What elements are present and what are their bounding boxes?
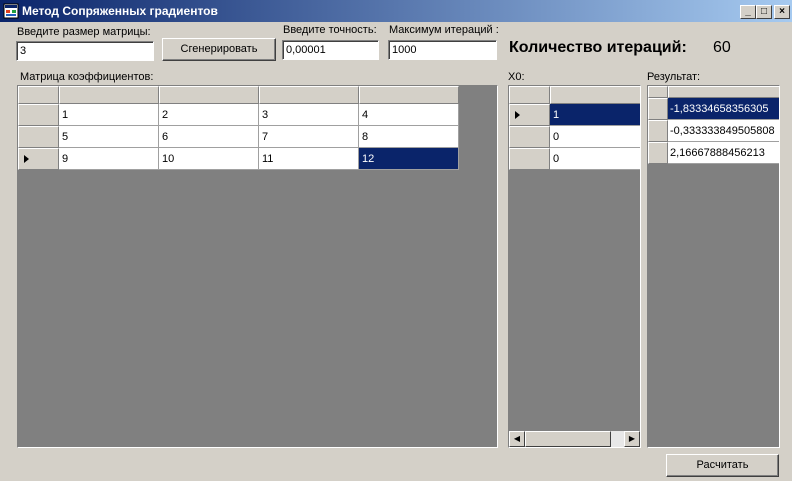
iteration-count-label: Количество итераций: — [509, 39, 687, 56]
minimize-button[interactable]: _ — [740, 5, 756, 19]
minimize-icon: _ — [745, 6, 751, 17]
result-row-header[interactable] — [648, 142, 668, 164]
current-row-arrow-icon — [24, 155, 29, 163]
app-icon — [3, 3, 19, 19]
result-cell[interactable]: -0,333333849505808 — [668, 120, 779, 142]
matrix-size-input[interactable]: 3 — [16, 41, 154, 61]
matrix-cell[interactable]: 2 — [159, 104, 259, 126]
window-title: Метод Сопряженных градиентов — [22, 4, 218, 18]
x0-horizontal-scrollbar[interactable]: ◀ ▶ — [509, 431, 640, 447]
x0-cell[interactable]: 0 — [550, 148, 640, 170]
maximize-icon: □ — [760, 6, 768, 17]
current-row-arrow-icon — [515, 111, 520, 119]
scroll-left-icon: ◀ — [513, 434, 521, 443]
scroll-right-button[interactable]: ▶ — [624, 431, 640, 447]
result-row-header[interactable] — [648, 120, 668, 142]
matrix-cell[interactable]: 4 — [359, 104, 459, 126]
x0-column-header[interactable] — [550, 86, 640, 104]
scroll-left-button[interactable]: ◀ — [509, 431, 525, 447]
matrix-cell[interactable]: 3 — [259, 104, 359, 126]
matrix-row-header[interactable] — [18, 104, 59, 126]
matrix-cell[interactable]: 11 — [259, 148, 359, 170]
result-column-header[interactable] — [668, 86, 779, 98]
calculate-button[interactable]: Расчитать — [666, 454, 779, 477]
scroll-thumb[interactable] — [525, 431, 611, 447]
matrix-row-header[interactable] — [18, 126, 59, 148]
x0-grid[interactable]: 1 0 0 ◀ ▶ — [508, 85, 641, 448]
x0-cell-selected[interactable]: 1 — [550, 104, 640, 126]
max-iterations-input[interactable]: 1000 — [388, 40, 497, 60]
iteration-count-value: 60 — [713, 39, 731, 56]
matrix-row-header[interactable] — [18, 148, 59, 170]
max-iterations-label: Максимум итераций : — [389, 24, 499, 36]
matrix-corner-header[interactable] — [18, 86, 59, 104]
matrix-cell-selected[interactable]: 12 — [359, 148, 459, 170]
matrix-size-label: Введите размер матрицы: — [17, 26, 151, 38]
title-bar: Метод Сопряженных градиентов _ □ × — [0, 0, 792, 22]
x0-label: X0: — [508, 71, 525, 83]
matrix-column-header[interactable] — [359, 86, 459, 104]
close-button[interactable]: × — [774, 5, 790, 19]
result-row-header[interactable] — [648, 98, 668, 120]
maximize-button[interactable]: □ — [756, 5, 772, 19]
matrix-cell[interactable]: 5 — [59, 126, 159, 148]
x0-corner-header[interactable] — [509, 86, 550, 104]
result-cell-selected[interactable]: -1,83334658356305 — [668, 98, 779, 120]
x0-row-header[interactable] — [509, 104, 550, 126]
matrix-column-header[interactable] — [59, 86, 159, 104]
result-label: Результат: — [647, 71, 701, 83]
matrix-cell[interactable]: 10 — [159, 148, 259, 170]
precision-input[interactable]: 0,00001 — [282, 40, 379, 60]
matrix-column-header[interactable] — [159, 86, 259, 104]
result-cell[interactable]: 2,16667888456213 — [668, 142, 779, 164]
result-corner-header[interactable] — [648, 86, 668, 98]
matrix-cell[interactable]: 8 — [359, 126, 459, 148]
matrix-cell[interactable]: 6 — [159, 126, 259, 148]
matrix-cell[interactable]: 1 — [59, 104, 159, 126]
x0-cell[interactable]: 0 — [550, 126, 640, 148]
close-icon: × — [779, 6, 785, 17]
matrix-label: Матрица коэффициентов: — [20, 71, 154, 83]
matrix-grid[interactable]: 1 2 3 4 5 6 7 8 9 10 11 12 — [17, 85, 498, 448]
matrix-cell[interactable]: 7 — [259, 126, 359, 148]
precision-label: Введите точность: — [283, 24, 377, 36]
x0-row-header[interactable] — [509, 126, 550, 148]
x0-row-header[interactable] — [509, 148, 550, 170]
matrix-cell[interactable]: 9 — [59, 148, 159, 170]
result-grid[interactable]: -1,83334658356305 -0,333333849505808 2,1… — [647, 85, 780, 448]
generate-button[interactable]: Сгенерировать — [162, 38, 276, 61]
matrix-column-header[interactable] — [259, 86, 359, 104]
scroll-right-icon: ▶ — [628, 434, 636, 443]
